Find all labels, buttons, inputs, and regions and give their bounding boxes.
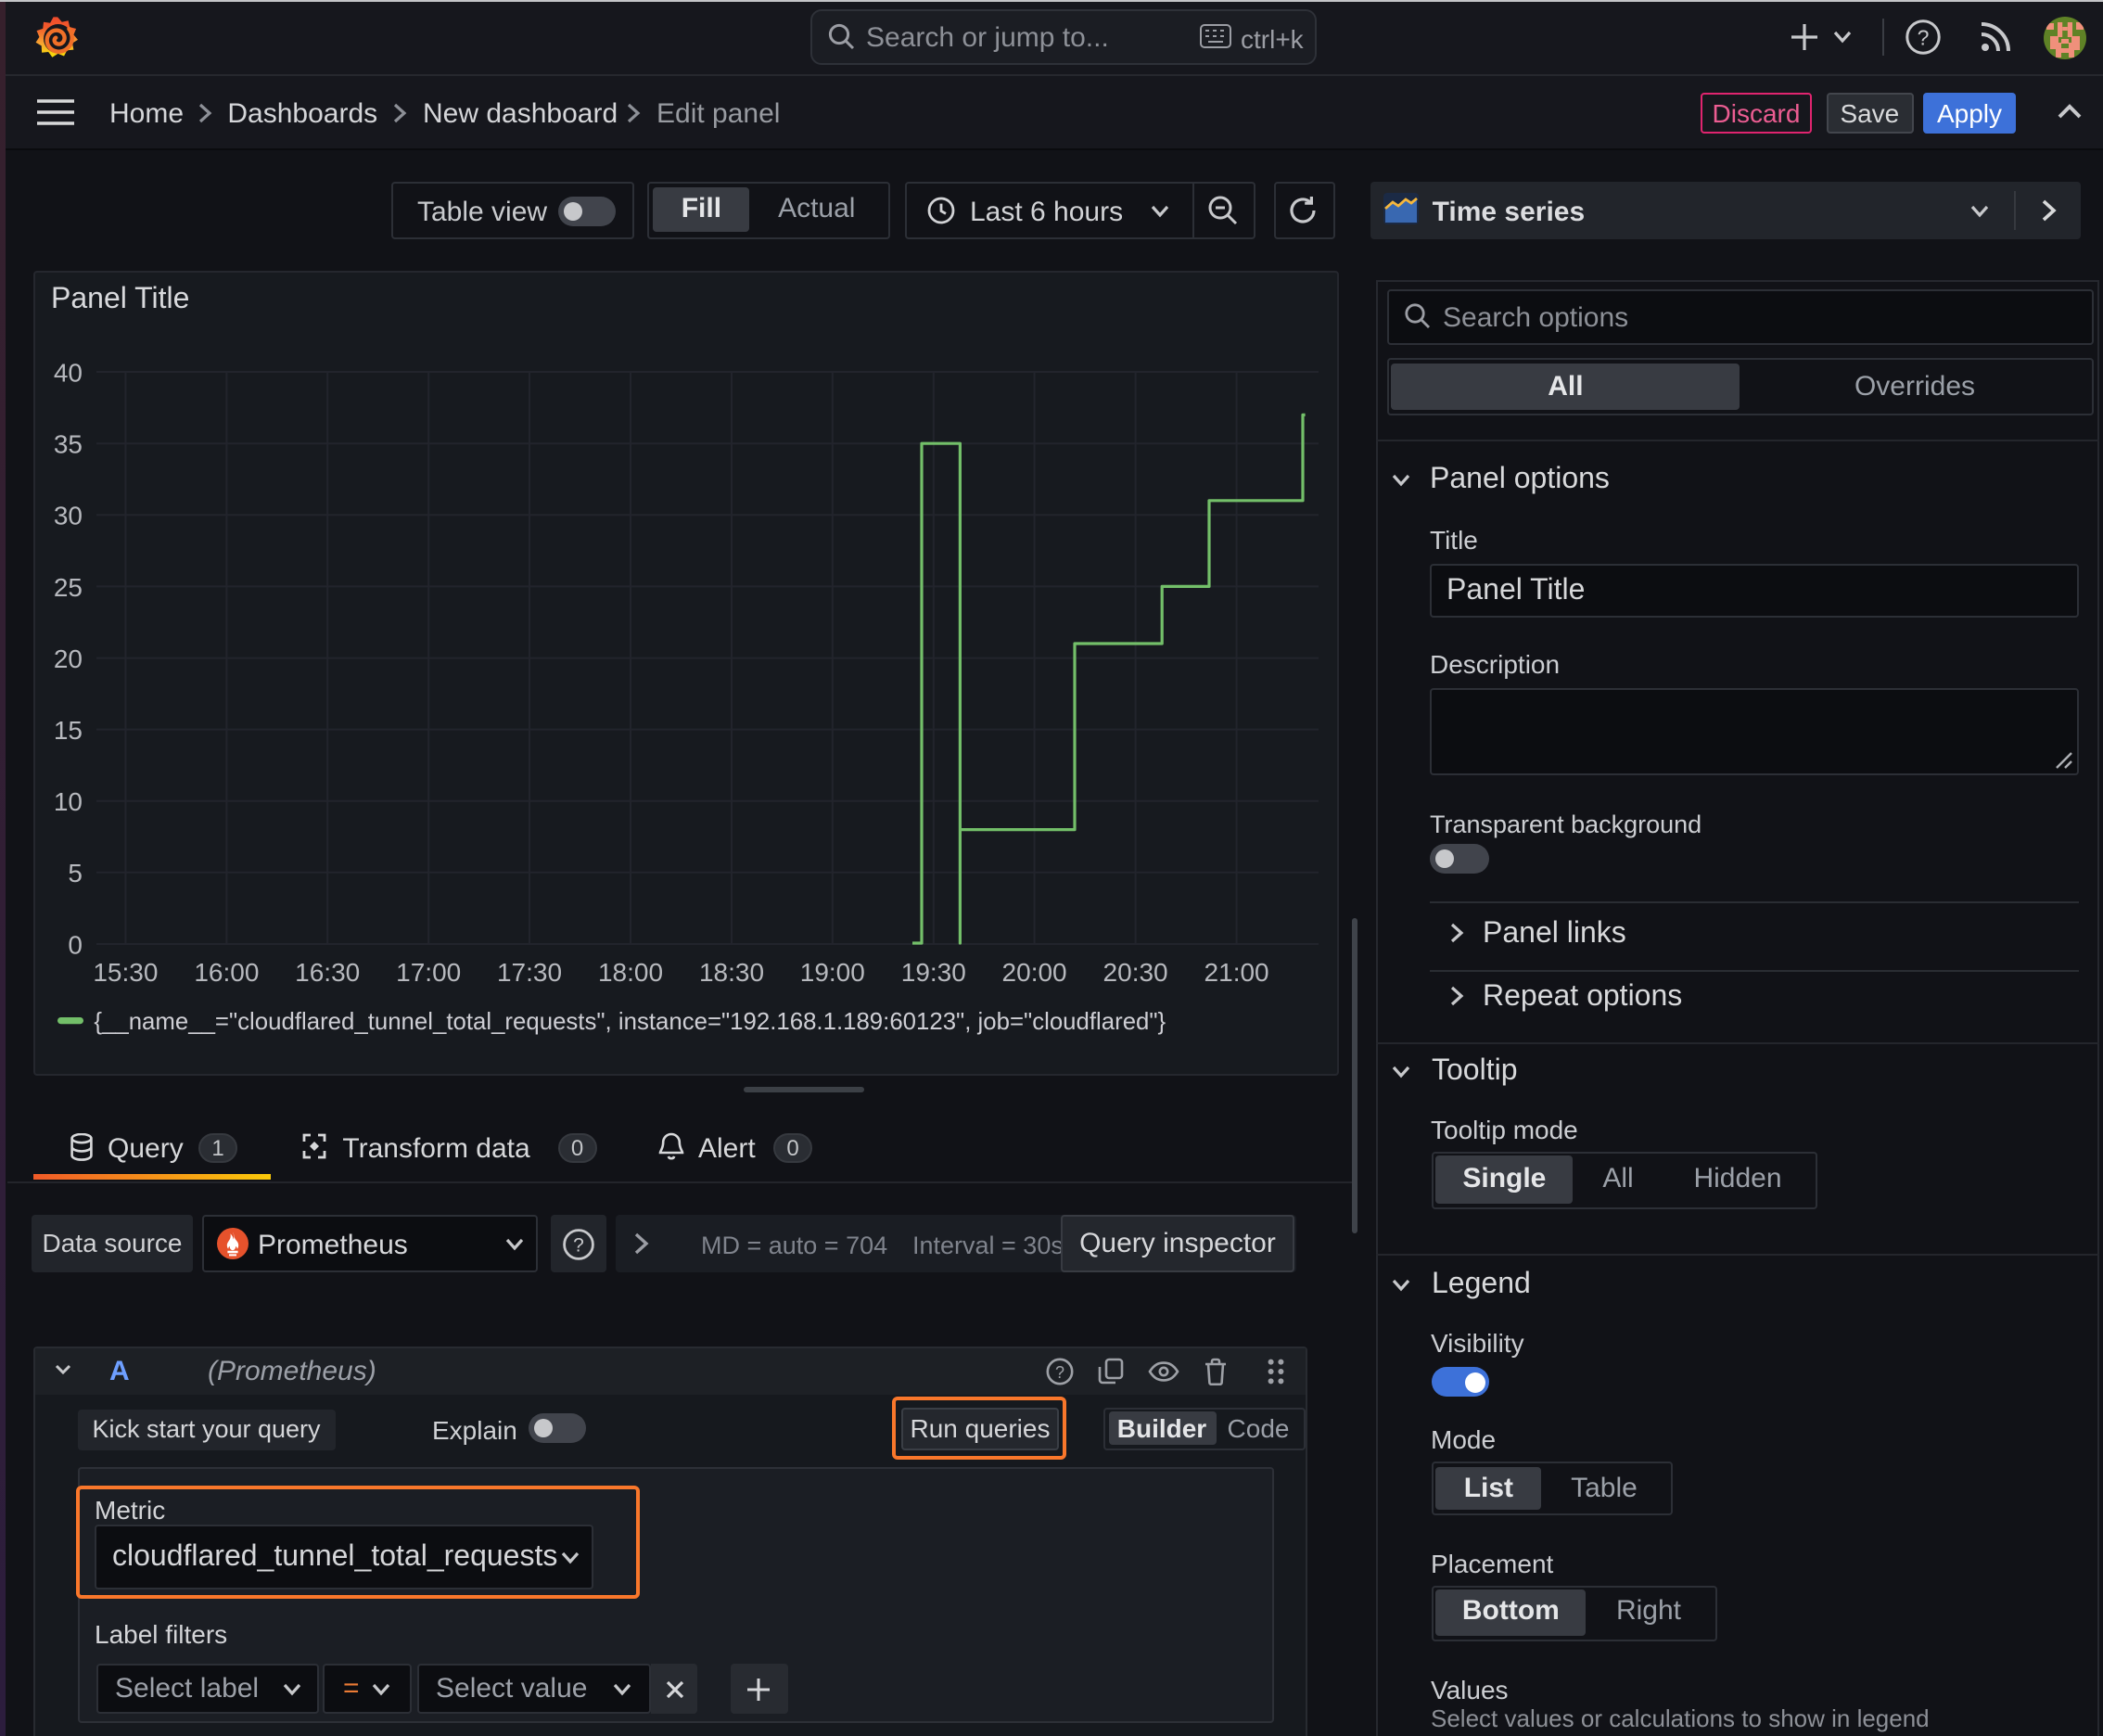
svg-text:20: 20 <box>54 645 83 673</box>
svg-text:25: 25 <box>54 573 83 602</box>
svg-text:16:30: 16:30 <box>295 958 360 987</box>
svg-text:5: 5 <box>68 859 83 887</box>
svg-text:35: 35 <box>54 430 83 459</box>
svg-text:21:00: 21:00 <box>1204 958 1269 987</box>
svg-text:18:30: 18:30 <box>699 958 764 987</box>
svg-text:10: 10 <box>54 787 83 816</box>
svg-text:18:00: 18:00 <box>598 958 663 987</box>
svg-text:?: ? <box>573 1235 584 1257</box>
svg-text:30: 30 <box>54 502 83 530</box>
svg-text:0: 0 <box>68 930 83 959</box>
svg-text:16:00: 16:00 <box>194 958 259 987</box>
svg-text:17:30: 17:30 <box>497 958 562 987</box>
svg-text:40: 40 <box>54 358 83 387</box>
svg-text:19:30: 19:30 <box>901 958 966 987</box>
svg-text:{__name__="cloudflared_tunnel_: {__name__="cloudflared_tunnel_total_requ… <box>94 1009 1166 1035</box>
svg-text:15:30: 15:30 <box>93 958 158 987</box>
svg-text:20:00: 20:00 <box>1002 958 1067 987</box>
svg-text:19:00: 19:00 <box>800 958 865 987</box>
svg-text:20:30: 20:30 <box>1103 958 1168 987</box>
svg-text:15: 15 <box>54 716 83 745</box>
svg-text:?: ? <box>1055 1363 1064 1382</box>
svg-text:?: ? <box>1918 25 1930 49</box>
svg-text:17:00: 17:00 <box>396 958 461 987</box>
